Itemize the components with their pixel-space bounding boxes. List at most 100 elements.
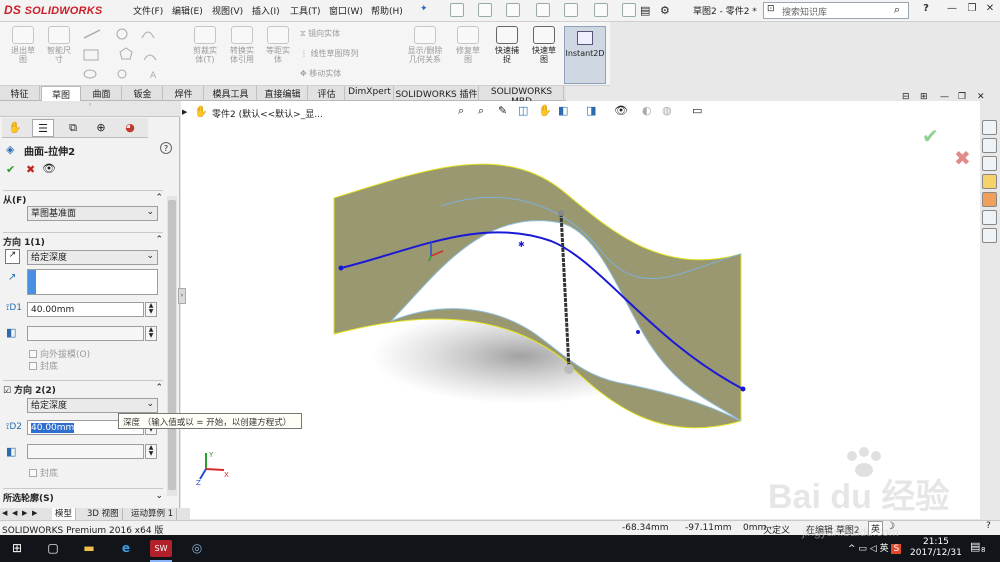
curve-end-point[interactable]	[740, 386, 746, 392]
from-dropdown[interactable]: 草图基准面	[27, 206, 158, 221]
draft-angle-input[interactable]	[27, 326, 144, 341]
close-button[interactable]: ✕	[982, 3, 998, 17]
tab-sheet-metal[interactable]: 钣金	[123, 86, 163, 101]
property-manager-icon[interactable]: ☰	[32, 119, 54, 137]
new-document-icon[interactable]	[450, 3, 464, 17]
file-explorer-icon[interactable]	[982, 156, 997, 171]
expand-chevron-icon[interactable]: ⌄	[155, 491, 163, 501]
curve-mid-point[interactable]	[636, 330, 640, 334]
quick-snaps-button[interactable]: 快速捕 捉	[492, 26, 522, 64]
cancel-button[interactable]: ✖	[26, 163, 35, 176]
hide-show-items-icon[interactable]: 👁	[614, 104, 628, 117]
tab-model[interactable]: 模型	[52, 508, 77, 520]
edge-browser-icon[interactable]: e	[117, 540, 135, 557]
view-settings-icon[interactable]: ▭	[692, 104, 702, 117]
scroll-right-icon[interactable]: ▶	[32, 509, 37, 517]
collapse-chevron-icon[interactable]: ⌃	[155, 193, 163, 203]
dimxpert-manager-icon[interactable]: ⊕	[90, 119, 112, 137]
tab-solidworks-addins[interactable]: SOLIDWORKS 插件	[395, 86, 479, 101]
sketch-entity-tools[interactable]: A	[80, 26, 180, 82]
from-section-header[interactable]: 从(F) ⌃	[3, 190, 163, 206]
preview-eye-icon[interactable]: 👁	[42, 162, 56, 175]
pin-icon[interactable]: ✦	[420, 4, 428, 14]
tab-sketch[interactable]: 草图	[41, 86, 81, 101]
reverse-direction-icon[interactable]: ↗	[5, 249, 20, 264]
display-manager-icon[interactable]: ◕	[119, 119, 141, 137]
smart-dimension-button[interactable]: 智能尺 寸	[42, 26, 76, 64]
restore-button[interactable]: ❐	[964, 3, 980, 17]
depth1-spinner[interactable]: ▲ ▼	[145, 302, 157, 317]
arrow-handle-top[interactable]	[558, 210, 564, 216]
solidworks-resources-icon[interactable]	[982, 120, 997, 135]
apply-scene-icon[interactable]: ◍	[662, 104, 672, 117]
panel-scrollbar-thumb[interactable]	[168, 200, 176, 490]
undo-icon[interactable]	[564, 3, 578, 17]
panel-collapse-handle[interactable]: ›	[178, 288, 186, 304]
direction2-checkbox[interactable]: ☑	[3, 386, 14, 396]
direction1-depth-input[interactable]: 40.00mm	[27, 302, 144, 317]
save-icon[interactable]	[506, 3, 520, 17]
move-entities-button[interactable]: ✥ 移动实体	[300, 68, 341, 79]
tab-weldments[interactable]: 焊件	[164, 86, 204, 101]
draft2-angle-input[interactable]	[27, 444, 144, 459]
rapid-sketch-button[interactable]: 快速草 图	[528, 26, 560, 64]
offset-entities-button[interactable]: 等距实 体	[262, 26, 294, 64]
tab-mold-tools[interactable]: 模具工具	[205, 86, 257, 101]
select-icon[interactable]	[594, 3, 608, 17]
exit-sketch-button[interactable]: 退出草 图	[6, 26, 40, 64]
dynamic-annotation-icon[interactable]: ✋	[538, 104, 552, 117]
minimize-button[interactable]: —	[944, 3, 960, 17]
draft-spinner[interactable]: ▲ ▼	[145, 326, 157, 341]
menu-file[interactable]: 文件(F)	[133, 4, 163, 17]
zoom-to-fit-icon[interactable]: ⌕	[458, 104, 464, 118]
section-view-icon[interactable]: ◫	[518, 104, 528, 117]
linear-pattern-button[interactable]: ⋮ 线性草图阵列	[300, 48, 359, 59]
menu-help[interactable]: 帮助(H)	[371, 4, 403, 17]
viewport-close-button[interactable]: ✕	[977, 92, 985, 102]
trim-entities-button[interactable]: 剪裁实 体(T)	[188, 26, 222, 64]
solidworks-logo[interactable]: DS SOLIDWORKS	[4, 3, 110, 19]
ok-button[interactable]: ✔	[6, 163, 15, 176]
menu-tools[interactable]: 工具(T)	[290, 4, 321, 17]
design-library-icon[interactable]	[982, 138, 997, 153]
direction1-end-condition-dropdown[interactable]: 给定深度	[27, 250, 158, 265]
file-explorer-taskbar-icon[interactable]: ▬	[80, 540, 98, 557]
tree-expand-icon[interactable]: ▶	[182, 108, 187, 116]
tab-dimxpert[interactable]: DimXpert	[346, 86, 394, 101]
direction1-section-header[interactable]: 方向 1(1) ⌃	[3, 232, 163, 248]
scroll-right-icon[interactable]: ▶	[22, 509, 27, 517]
configuration-manager-icon[interactable]: ⧉	[62, 119, 84, 137]
tab-solidworks-mbd[interactable]: SOLIDWORKS MBD	[480, 86, 564, 107]
tab-3d-views[interactable]: 3D 视图	[84, 508, 123, 520]
custom-properties-icon[interactable]	[982, 210, 997, 225]
options-gear-icon[interactable]: ⚙	[660, 4, 670, 17]
windows-start-icon[interactable]: ⊞	[8, 540, 26, 557]
cap-end2-checkbox[interactable]: 封底	[29, 466, 58, 479]
menu-edit[interactable]: 编辑(E)	[172, 4, 203, 17]
direction-selection-box[interactable]	[27, 269, 158, 295]
mirror-entities-button[interactable]: ⧖ 镜向实体	[300, 28, 340, 39]
selected-contours-header[interactable]: 所选轮廓(S) ⌄	[3, 488, 163, 504]
direction2-end-condition-dropdown[interactable]: 给定深度	[27, 398, 158, 413]
scroll-left-icon[interactable]: ◀	[12, 509, 17, 517]
curve-start-point[interactable]	[338, 265, 344, 271]
display-relations-button[interactable]: 显示/删除 几何关系	[402, 26, 448, 64]
help-icon[interactable]: ?	[918, 3, 934, 17]
view-palette-icon[interactable]	[982, 174, 997, 189]
arrow-handle-bottom[interactable]	[564, 364, 574, 374]
tab-surfaces[interactable]: 曲面	[82, 86, 122, 101]
viewport-restore-button[interactable]: ❐	[958, 92, 966, 102]
help-circle-icon[interactable]: ?	[160, 142, 172, 154]
tab-direct-editing[interactable]: 直接编辑	[258, 86, 308, 101]
draft2-spinner[interactable]: ▲ ▼	[145, 444, 157, 459]
collapse-chevron-icon[interactable]: ⌃	[155, 235, 163, 245]
tab-evaluate[interactable]: 评估	[309, 86, 345, 101]
viewport-min-button[interactable]: —	[940, 92, 949, 102]
edit-appearance-icon[interactable]: ◐	[642, 104, 652, 117]
menu-window[interactable]: 窗口(W)	[329, 4, 363, 17]
viewport-tile-icon[interactable]: ⊞	[920, 92, 928, 102]
instant2d-button[interactable]: Instant2D	[564, 26, 606, 84]
rebuild-icon[interactable]	[622, 3, 636, 17]
convert-entities-button[interactable]: 转换实 体引用	[224, 26, 260, 64]
search-input[interactable]: ⊡ 搜索知识库 ⌕	[763, 2, 909, 19]
